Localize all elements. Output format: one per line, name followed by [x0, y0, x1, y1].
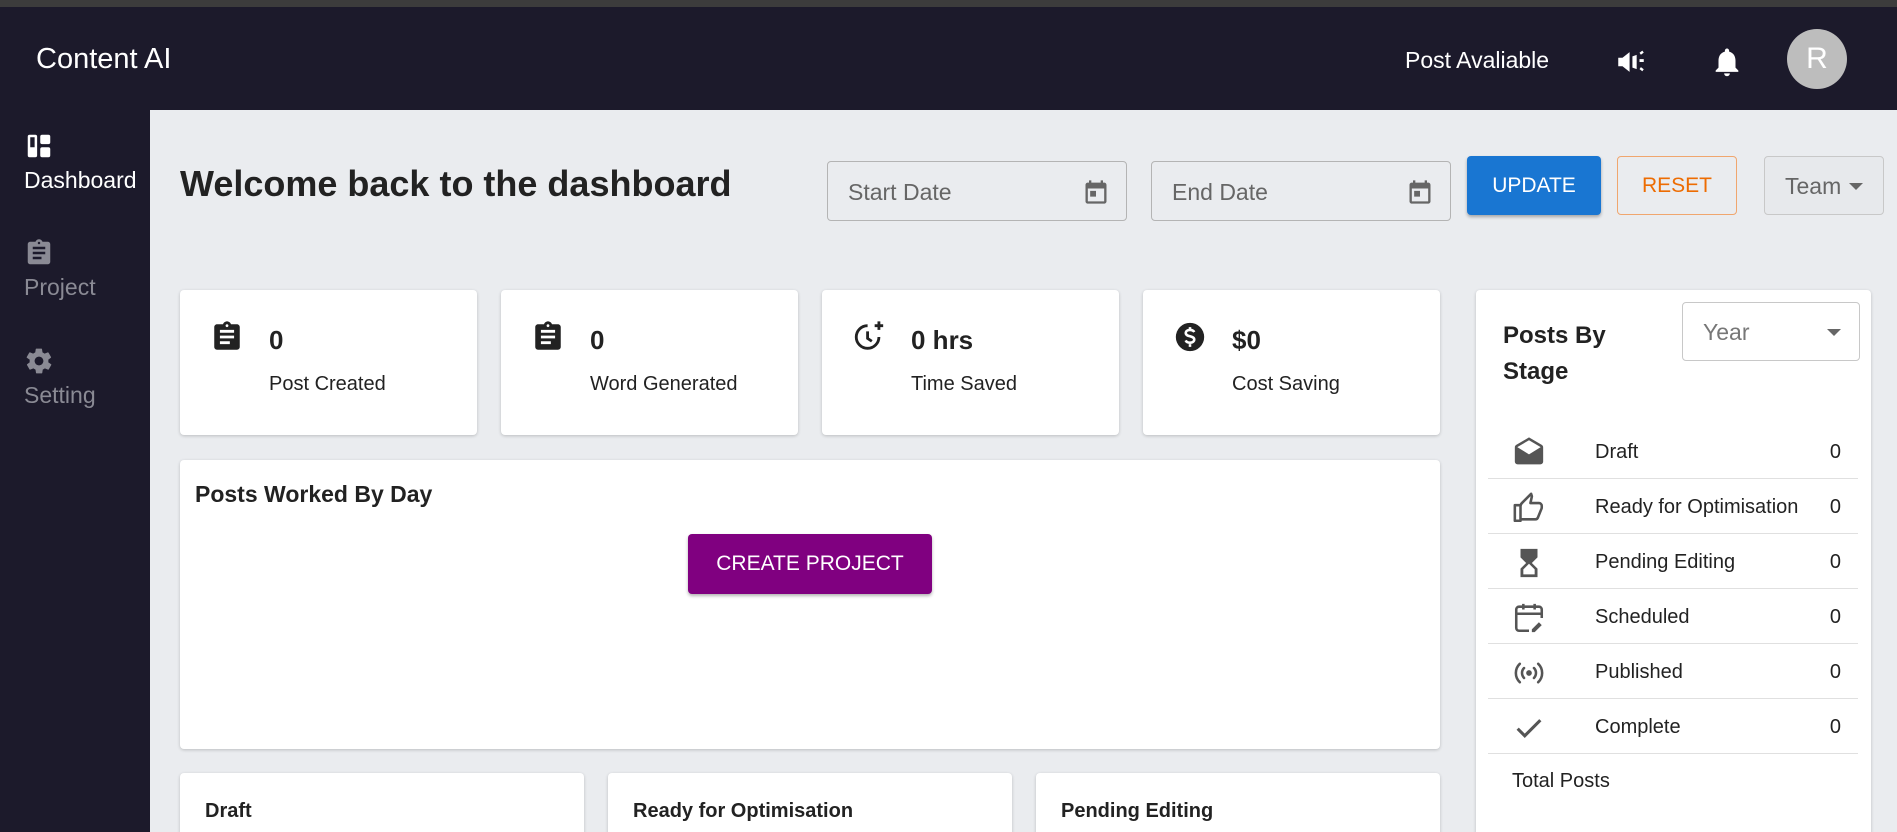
app-title: Content AI — [36, 43, 172, 75]
posts-worked-by-day-card: Posts Worked By Day CREATE PROJECT — [180, 460, 1440, 749]
stage-count: 0 — [1829, 551, 1841, 573]
stat-value: 0 — [590, 325, 605, 355]
update-button[interactable]: UPDATE — [1467, 156, 1601, 215]
stage-label: Published — [1595, 661, 1683, 683]
sidebar-item-label: Dashboard — [24, 167, 137, 193]
stage-label: Draft — [1595, 441, 1639, 463]
team-select-value: Team — [1785, 173, 1842, 199]
year-select[interactable]: Year — [1682, 302, 1860, 361]
stat-card-time-saved: 0 hrs Time Saved — [822, 290, 1119, 435]
clock-plus-icon — [852, 320, 886, 354]
reset-button[interactable]: RESET — [1617, 156, 1737, 215]
stat-value: 0 — [269, 325, 284, 355]
end-date-input[interactable] — [1172, 179, 1372, 205]
posts-by-stage-panel: Posts By Stage Year Draft 0 Ready for Op… — [1476, 290, 1871, 832]
envelope-open-icon — [1512, 436, 1546, 470]
stat-card-word-generated: 0 Word Generated — [501, 290, 798, 435]
stage-count: 0 — [1829, 606, 1841, 628]
ready-for-optimisation-card: Ready for Optimisation — [608, 773, 1012, 832]
stat-card-post-created: 0 Post Created — [180, 290, 477, 435]
stage-count: 0 — [1829, 716, 1841, 738]
clipboard-icon — [24, 238, 54, 268]
stage-row-scheduled: Scheduled 0 — [1488, 589, 1858, 644]
stage-count: 0 — [1829, 441, 1841, 463]
draft-card: Draft — [180, 773, 584, 832]
create-project-button[interactable]: CREATE PROJECT — [688, 534, 932, 594]
card-title: Posts Worked By Day — [195, 481, 433, 507]
clipboard-icon — [531, 320, 565, 354]
sidebar-item-setting[interactable]: Setting — [24, 346, 150, 409]
stat-label: Cost Saving — [1232, 373, 1340, 395]
stage-row-draft: Draft 0 — [1488, 424, 1858, 479]
dollar-icon — [1173, 320, 1207, 354]
stage-label: Ready for Optimisation — [1595, 496, 1799, 518]
gear-icon — [24, 346, 54, 376]
calendar-icon[interactable] — [1406, 178, 1434, 206]
hourglass-icon — [1512, 546, 1546, 580]
sidebar-item-label: Project — [24, 274, 96, 300]
calendar-edit-icon — [1512, 601, 1546, 635]
stat-label: Post Created — [269, 373, 386, 395]
user-avatar[interactable]: R — [1787, 29, 1847, 89]
stage-label: Scheduled — [1595, 606, 1690, 628]
stage-count: 0 — [1829, 661, 1841, 683]
end-date-field[interactable] — [1151, 161, 1451, 221]
team-select[interactable]: Team — [1764, 156, 1884, 215]
sidebar-item-label: Setting — [24, 382, 96, 408]
thumbs-up-icon — [1512, 491, 1546, 525]
stat-card-cost-saving: $0 Cost Saving — [1143, 290, 1440, 435]
sidebar-item-dashboard[interactable]: Dashboard — [24, 131, 150, 194]
check-icon — [1512, 711, 1546, 745]
stage-row-ready-for-optimisation: Ready for Optimisation 0 — [1488, 479, 1858, 534]
sidebar: Dashboard Project Setting — [0, 110, 150, 832]
card-title: Pending Editing — [1061, 800, 1214, 822]
window-top-border — [0, 0, 1897, 7]
stat-label: Time Saved — [911, 373, 1017, 395]
stage-row-complete: Complete 0 — [1488, 699, 1858, 754]
sidebar-item-project[interactable]: Project — [24, 238, 150, 301]
stat-value: $0 — [1232, 325, 1261, 355]
stage-row-published: Published 0 — [1488, 644, 1858, 699]
card-title: Ready for Optimisation — [633, 800, 854, 822]
panel-title: Posts By Stage — [1503, 322, 1606, 385]
page-title: Welcome back to the dashboard — [180, 163, 732, 204]
chevron-down-icon — [1827, 329, 1841, 336]
top-navbar: Content AI Post Avaliable R — [0, 7, 1897, 110]
dashboard-icon — [24, 131, 54, 161]
broadcast-icon — [1512, 656, 1546, 690]
total-posts-label: Total Posts — [1512, 770, 1610, 792]
post-available-link[interactable]: Post Avaliable — [1405, 47, 1549, 74]
year-select-value: Year — [1703, 319, 1750, 345]
stat-label: Word Generated — [590, 373, 738, 395]
stage-label: Complete — [1595, 716, 1681, 738]
stage-label: Pending Editing — [1595, 551, 1736, 573]
start-date-field[interactable] — [827, 161, 1127, 221]
card-title: Draft — [205, 800, 252, 822]
stat-value: 0 hrs — [911, 325, 974, 355]
stage-count: 0 — [1829, 496, 1841, 518]
clipboard-icon — [210, 320, 244, 354]
stage-row-pending-editing: Pending Editing 0 — [1488, 534, 1858, 589]
bell-icon[interactable] — [1710, 45, 1744, 79]
calendar-icon[interactable] — [1082, 178, 1110, 206]
chevron-down-icon — [1849, 183, 1863, 190]
start-date-input[interactable] — [848, 179, 1048, 205]
pending-editing-card: Pending Editing — [1036, 773, 1440, 832]
megaphone-icon[interactable] — [1614, 45, 1648, 79]
